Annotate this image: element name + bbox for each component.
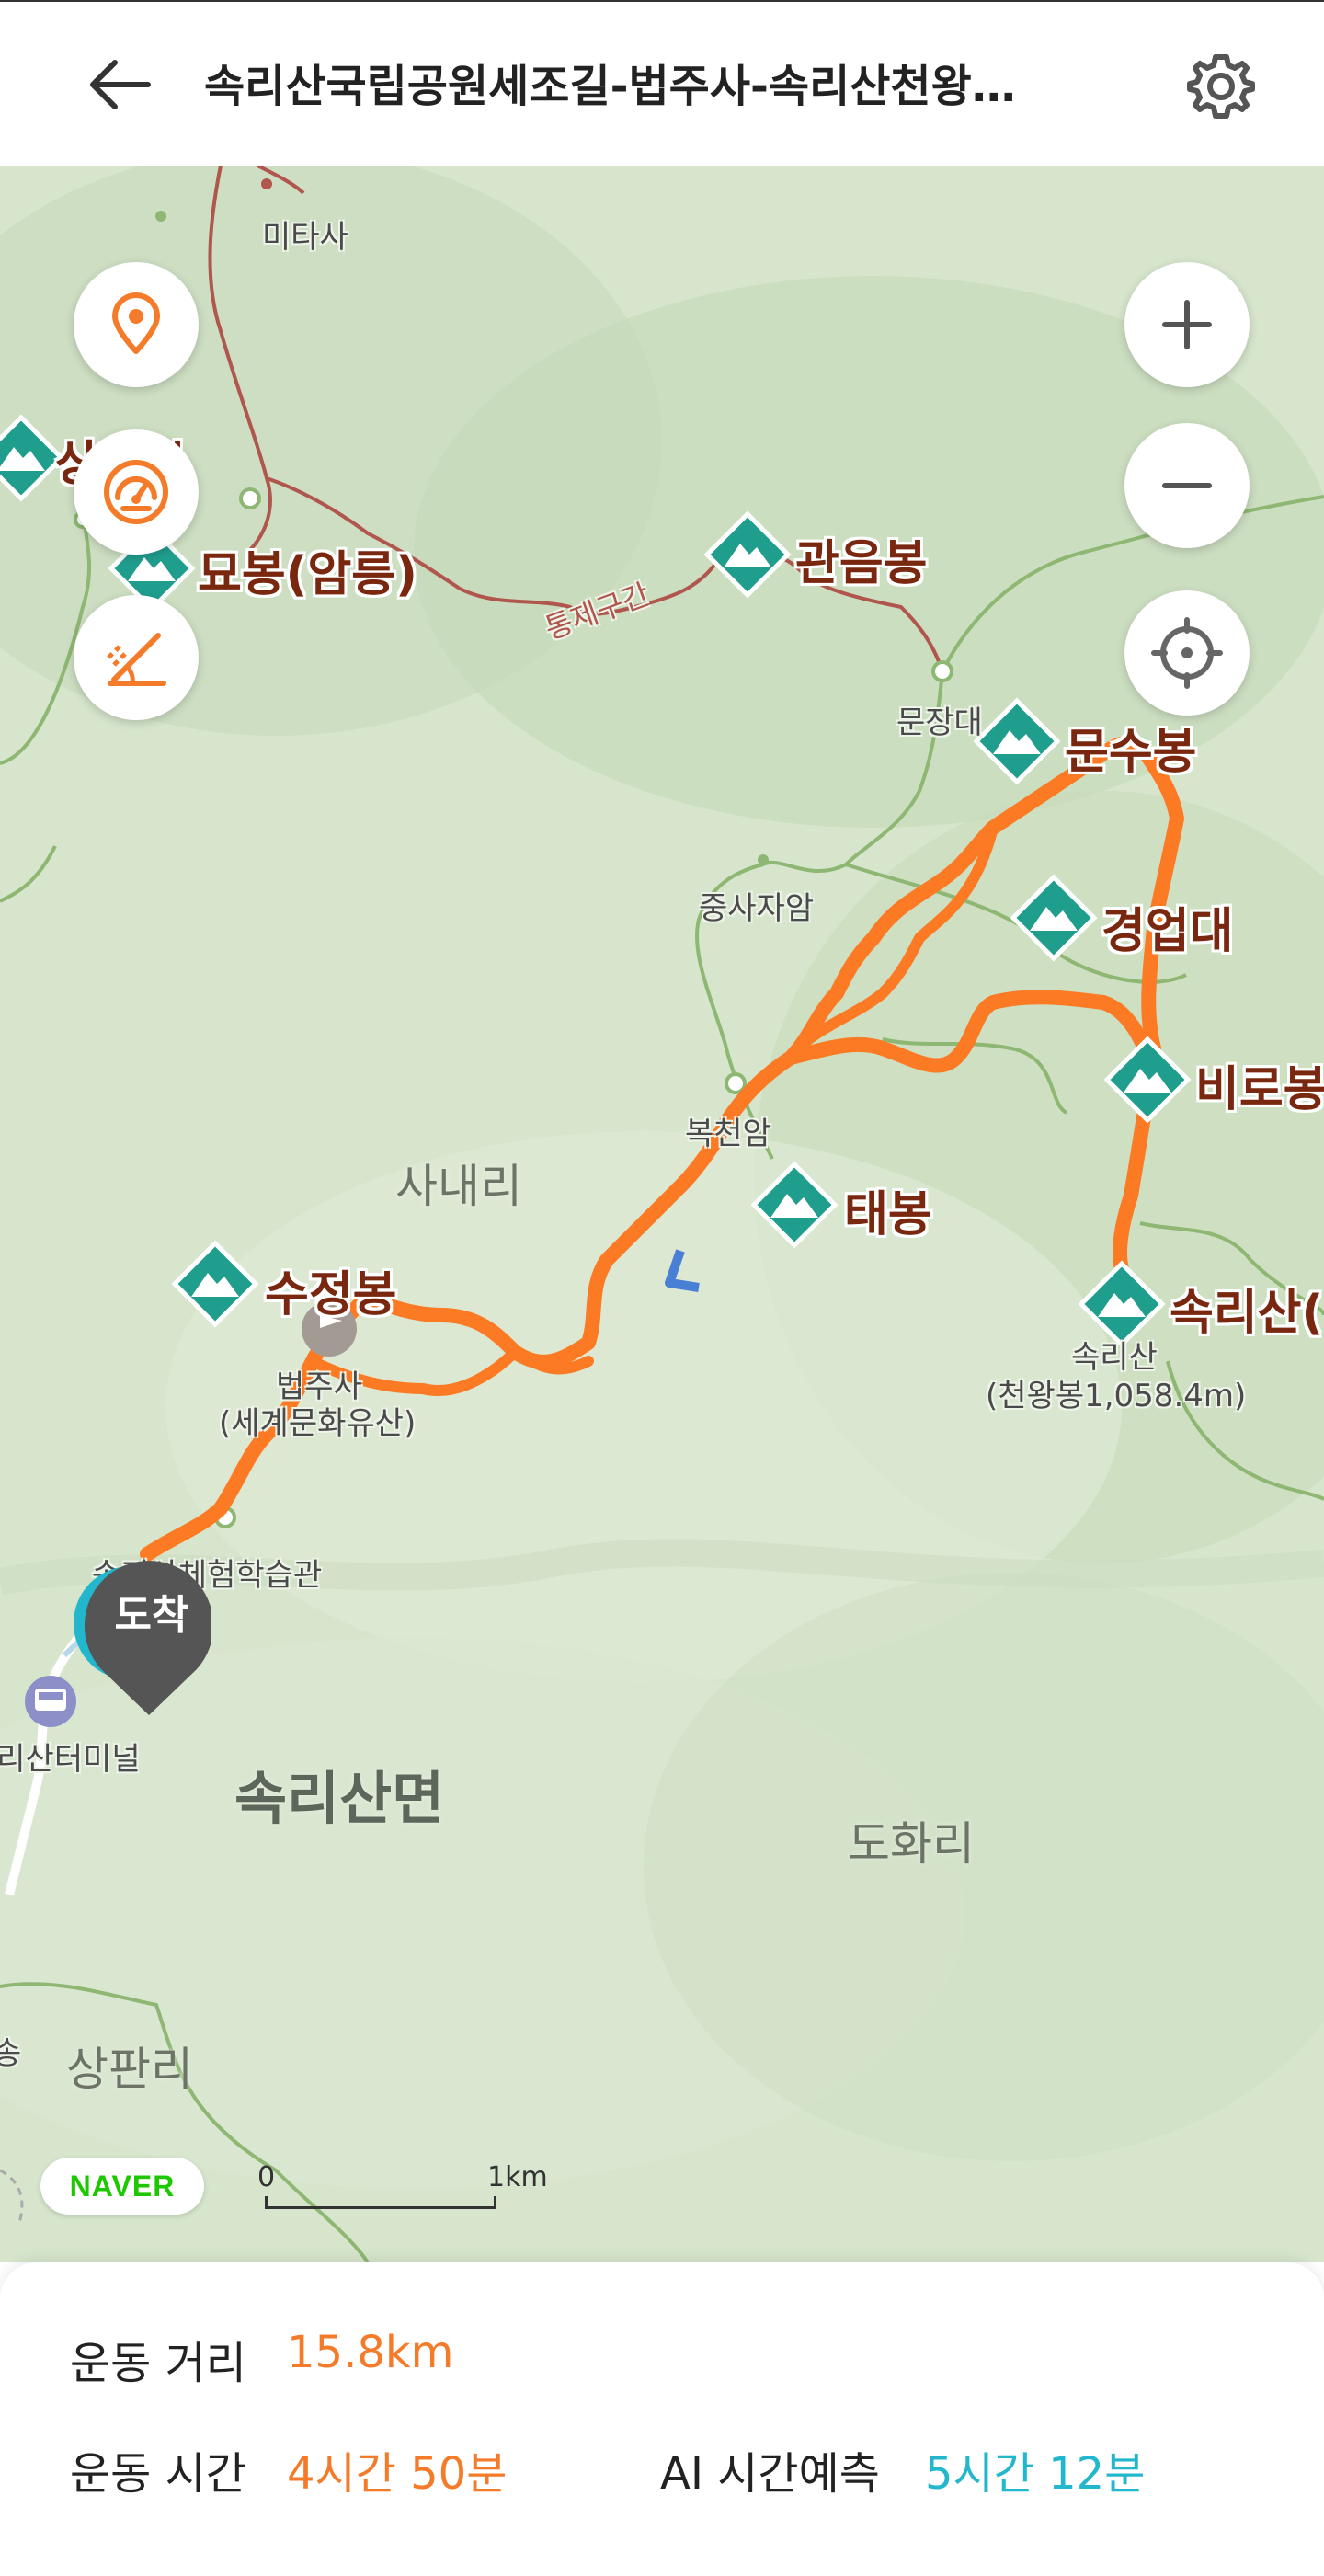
scale-end-label: 1km: [487, 2161, 548, 2193]
elevation-button[interactable]: [74, 595, 199, 720]
page-title: 속리산국립공원세조길-법주사-속리산천왕…: [204, 61, 1016, 112]
location-pin-button[interactable]: [74, 262, 199, 387]
time-value: 4시간 50분: [287, 2448, 508, 2500]
slope-icon: [107, 633, 166, 686]
peak-marker-icon[interactable]: [973, 697, 1061, 785]
gear-icon: [1187, 54, 1255, 119]
area-label: 속리산면: [234, 1765, 445, 1832]
minus-icon: [1162, 483, 1212, 488]
time-label: 운동 시간: [70, 2448, 246, 2500]
speed-button[interactable]: [74, 429, 199, 555]
scale-start-label: 0: [257, 2161, 276, 2193]
poi-label: 문장대: [896, 704, 983, 741]
poi-label: (세계문화유산): [219, 1405, 417, 1442]
back-button[interactable]: [74, 48, 166, 121]
poi-label: 복천암: [685, 1116, 771, 1152]
peak-marker-icon[interactable]: [703, 510, 792, 599]
area-label: 상판리: [66, 2043, 193, 2096]
peak-marker-icon[interactable]: [1010, 874, 1098, 962]
zoom-out-button[interactable]: [1124, 423, 1250, 548]
peak-label[interactable]: 경업대: [1101, 892, 1234, 961]
poi-label: 속리산터미널: [0, 1741, 141, 1778]
distance-label: 운동 거리: [70, 2338, 246, 2389]
area-label: 사내리: [395, 1160, 522, 1213]
peak-label[interactable]: 수정봉: [265, 1255, 397, 1324]
area-label: 도화리: [848, 1817, 975, 1871]
peak-label[interactable]: 관음봉: [795, 524, 928, 593]
zoom-in-button[interactable]: [1124, 262, 1250, 387]
map-view[interactable]: 상학봉 묘봉(암릉) 관음봉 문수봉 경업대 비로봉 태봉 수정봉 속리산( 사…: [0, 166, 1324, 2262]
crosshair-icon: [1151, 617, 1223, 689]
peak-label[interactable]: 묘봉(암릉): [198, 535, 417, 604]
poi-label: 송: [0, 2035, 22, 2072]
ai-time-value: 5시간 12분: [925, 2448, 1146, 2500]
arrival-label: 도착: [114, 1592, 189, 1639]
stats-panel: 운동 거리 15.8km 운동 시간 4시간 50분 AI 시간예측 5시간 1…: [0, 2262, 1324, 2576]
peak-label[interactable]: 속리산(: [1170, 1274, 1323, 1343]
ai-time-label: AI 시간예측: [660, 2448, 880, 2500]
settings-button[interactable]: [1177, 42, 1265, 131]
current-location-button[interactable]: [1124, 590, 1250, 716]
peak-marker-icon[interactable]: [171, 1240, 259, 1328]
top-bar: 속리산국립공원세조길-법주사-속리산천왕…: [0, 0, 1324, 166]
naver-logo[interactable]: NAVER: [40, 2158, 204, 2215]
poi-label: 중사자암: [699, 890, 815, 927]
poi-label: 미타사: [262, 219, 348, 256]
speedometer-icon: [104, 460, 168, 524]
peak-label[interactable]: 태봉: [844, 1175, 932, 1244]
scale-bar: [265, 2196, 496, 2209]
peak-marker-icon[interactable]: [1103, 1036, 1192, 1124]
peak-label[interactable]: 비로봉: [1195, 1050, 1324, 1119]
bus-icon: [25, 1676, 76, 1727]
back-arrow-icon: [90, 60, 151, 109]
location-pin-icon: [112, 292, 160, 354]
plus-icon: [1162, 300, 1212, 349]
distance-value: 15.8km: [287, 2327, 454, 2378]
peak-marker-icon[interactable]: [750, 1161, 839, 1249]
poi-label: (천왕봉1,058.4m): [986, 1378, 1247, 1414]
peak-label[interactable]: 문수봉: [1065, 713, 1197, 782]
